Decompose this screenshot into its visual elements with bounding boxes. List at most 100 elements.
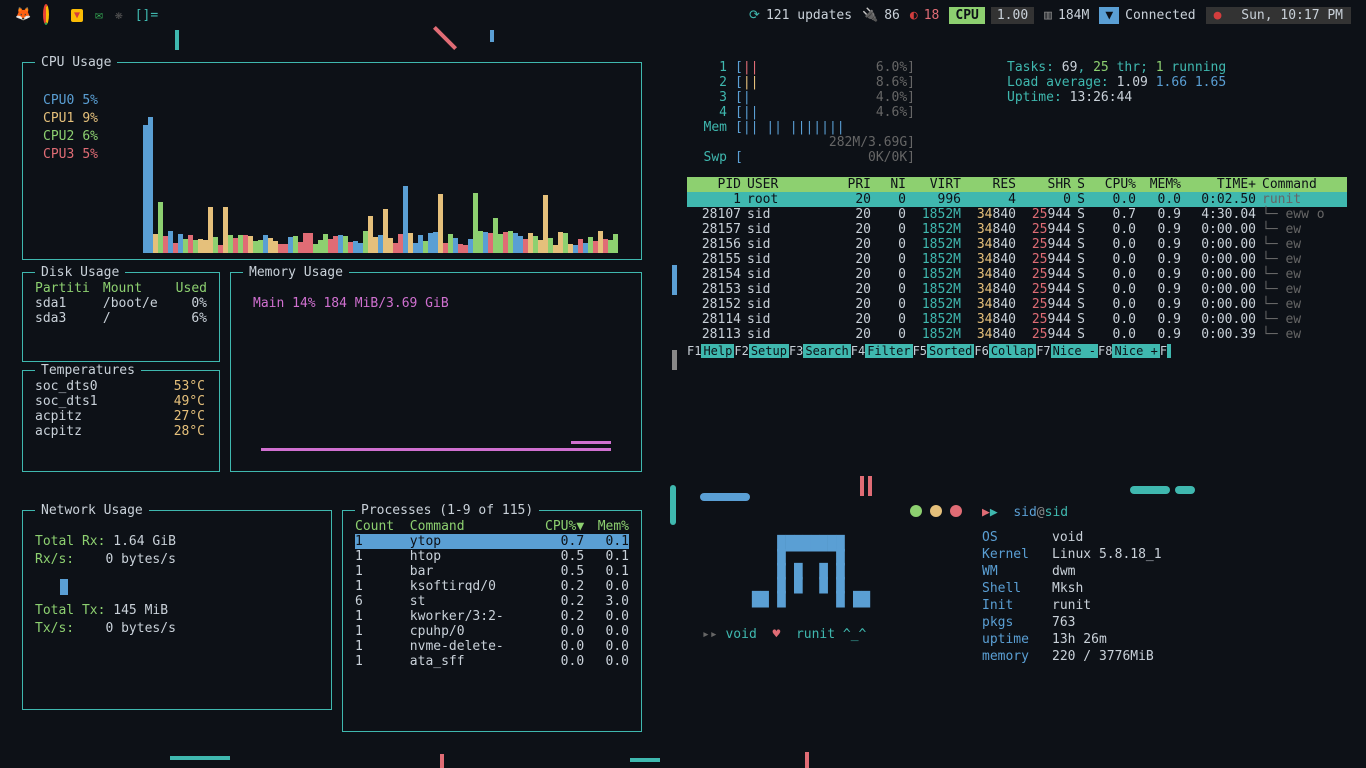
battery-stat[interactable]: 🔌86 bbox=[862, 8, 900, 23]
sysinfo-row: Initrunit bbox=[982, 598, 1332, 613]
proc-row[interactable]: 1ksoftirqd/00.20.0 bbox=[355, 579, 629, 594]
mail-icon[interactable]: ✉ bbox=[95, 8, 103, 23]
sysinfo-row: WMdwm bbox=[982, 564, 1332, 579]
terminal-window[interactable]: ████████ █ █ █ █ █ █ █ █ █ ███ █ █ ██ ▸▸… bbox=[687, 490, 1347, 745]
htop-row[interactable]: 28153sid2001852M3484025944S0.00.90:00.00… bbox=[687, 282, 1347, 297]
proc-row[interactable]: 6st0.23.0 bbox=[355, 594, 629, 609]
firefox-icon[interactable]: 🦊 bbox=[15, 7, 31, 23]
panel-title: Temperatures bbox=[35, 363, 141, 378]
flabel[interactable]: Sorted bbox=[927, 344, 974, 358]
proc-row[interactable]: 1cpuhp/00.00.0 bbox=[355, 624, 629, 639]
htop-window[interactable]: 1[||6.0%]2[||8.6%]3[|4.0%]4[||4.6%]Mem[|… bbox=[687, 50, 1347, 460]
night-stat[interactable]: ◐18 bbox=[910, 8, 939, 23]
htop-row[interactable]: 1root20099640S0.00.00:02.50runit bbox=[687, 192, 1347, 207]
gear-icon[interactable]: ❋ bbox=[115, 8, 123, 23]
htop-row[interactable]: 28155sid2001852M3484025944S0.00.90:00.00… bbox=[687, 252, 1347, 267]
cpu-usage-panel: CPU Usage CPU05% CPU19% CPU26% CPU35% bbox=[22, 62, 642, 260]
htop-meter: 3[|4.0%] bbox=[697, 90, 987, 105]
flabel[interactable]: Collap bbox=[989, 344, 1036, 358]
memory-usage-panel: Memory Usage Main 14% 184 MiB/3.69 GiB bbox=[230, 272, 642, 472]
fkey[interactable]: F bbox=[1160, 344, 1167, 358]
sysinfo-row: uptime13h 26m bbox=[982, 632, 1332, 647]
status-bar: 🦊 ▼ ✉ ❋ []= ⟳121 updates 🔌86 ◐18 CPU1.00… bbox=[0, 0, 1366, 30]
close-icon[interactable] bbox=[950, 505, 962, 517]
fkey[interactable]: F7 bbox=[1036, 344, 1050, 358]
flabel[interactable]: Filter bbox=[865, 344, 912, 358]
maximize-icon[interactable] bbox=[930, 505, 942, 517]
htop-row[interactable]: 28156sid2001852M3484025944S0.00.90:00.00… bbox=[687, 237, 1347, 252]
proc-row[interactable]: 1ytop0.70.1 bbox=[355, 534, 629, 549]
fkey[interactable]: F2 bbox=[734, 344, 748, 358]
htop-stats: Tasks: 69, 25 thr; 1 running Load averag… bbox=[1007, 60, 1226, 165]
clock-icon: ● bbox=[1214, 8, 1222, 23]
htop-row[interactable]: 28152sid2001852M3484025944S0.00.90:00.00… bbox=[687, 297, 1347, 312]
temp-row: soc_dts149°C bbox=[35, 394, 207, 409]
sysinfo-row: ShellMksh bbox=[982, 581, 1332, 596]
htop-footer[interactable]: F1HelpF2SetupF3SearchF4FilterF5SortedF6C… bbox=[687, 344, 1347, 358]
proc-row[interactable]: 1ata_sff0.00.0 bbox=[355, 654, 629, 669]
decoration bbox=[440, 754, 444, 768]
ascii-logo: ████████ █ █ █ █ █ █ █ █ █ ███ █ █ ██ bbox=[752, 537, 962, 607]
sysinfo-row: OSvoid bbox=[982, 530, 1332, 545]
pocket-icon[interactable]: ▼ bbox=[71, 9, 83, 22]
flabel[interactable]: Help bbox=[701, 344, 734, 358]
proc-row[interactable]: 1htop0.50.1 bbox=[355, 549, 629, 564]
processes-panel: Processes (1-9 of 115) CountCommandCPU%▼… bbox=[342, 510, 642, 732]
fkey[interactable]: F6 bbox=[974, 344, 988, 358]
moon-icon: ◐ bbox=[910, 8, 918, 23]
proc-row[interactable]: 1nvme-delete-0.00.0 bbox=[355, 639, 629, 654]
proc-row[interactable]: 1bar0.50.1 bbox=[355, 564, 629, 579]
wifi-icon: ▼ bbox=[1099, 7, 1119, 24]
chip-icon: ▥ bbox=[1044, 8, 1052, 23]
panel-title: Processes (1-9 of 115) bbox=[355, 503, 539, 518]
flabel[interactable]: Nice - bbox=[1051, 344, 1098, 358]
fkey[interactable]: F4 bbox=[851, 344, 865, 358]
tx-total: Total Tx: 145 MiB bbox=[35, 603, 319, 618]
chrome-icon[interactable] bbox=[43, 7, 59, 23]
flabel[interactable]: Nice + bbox=[1112, 344, 1159, 358]
disk-header: PartitiMountUsed bbox=[35, 281, 207, 296]
minimize-icon[interactable] bbox=[910, 505, 922, 517]
terminal-prompt: ▸▸ void ♥ runit ^_^ bbox=[702, 627, 962, 642]
flabel[interactable]: Search bbox=[803, 344, 850, 358]
htop-row[interactable]: 28154sid2001852M3484025944S0.00.90:00.00… bbox=[687, 267, 1347, 282]
htop-meter: Mem[|| || |||||||282M/3.69G] bbox=[697, 120, 987, 150]
decoration bbox=[670, 485, 676, 525]
sysinfo-row: memory220 / 3776MiB bbox=[982, 649, 1332, 664]
htop-meters: 1[||6.0%]2[||8.6%]3[|4.0%]4[||4.6%]Mem[|… bbox=[697, 60, 987, 165]
fkey[interactable]: F5 bbox=[913, 344, 927, 358]
disk-usage-panel: Disk Usage PartitiMountUsed sda1/boot/e0… bbox=[22, 272, 220, 362]
htop-meter: 2[||8.6%] bbox=[697, 75, 987, 90]
sysinfo-row: pkgs763 bbox=[982, 615, 1332, 630]
cpu-stat[interactable]: CPU1.00 bbox=[949, 7, 1034, 24]
decoration bbox=[170, 756, 230, 760]
decoration bbox=[672, 350, 677, 370]
ram-stat[interactable]: ▥184M bbox=[1044, 8, 1089, 23]
decoration bbox=[672, 265, 677, 295]
temperatures-panel: Temperatures soc_dts053°Csoc_dts149°Cacp… bbox=[22, 370, 220, 472]
clock[interactable]: ● Sun, 10:17 PM bbox=[1206, 7, 1351, 24]
flabel[interactable] bbox=[1167, 344, 1171, 358]
htop-row[interactable]: 28114sid2001852M3484025944S0.00.90:00.00… bbox=[687, 312, 1347, 327]
workspace-indicator[interactable]: []= bbox=[135, 8, 158, 23]
fkey[interactable]: F1 bbox=[687, 344, 701, 358]
htop-process-table[interactable]: PIDUSERPRINIVIRTRESSHRSCPU%MEM%TIME+Comm… bbox=[687, 177, 1347, 342]
window-controls bbox=[702, 505, 962, 517]
proc-header[interactable]: CountCommandCPU%▼Mem% bbox=[355, 519, 629, 534]
proc-row[interactable]: 1kworker/3:2-0.20.0 bbox=[355, 609, 629, 624]
fkey[interactable]: F3 bbox=[789, 344, 803, 358]
htop-row[interactable]: 28157sid2001852M3484025944S0.00.90:00.00… bbox=[687, 222, 1347, 237]
fkey[interactable]: F8 bbox=[1098, 344, 1112, 358]
tray: 🦊 ▼ ✉ ❋ []= bbox=[15, 7, 158, 23]
htop-row[interactable]: 28107sid2001852M3484025944S0.70.94:30.04… bbox=[687, 207, 1347, 222]
htop-table-header[interactable]: PIDUSERPRINIVIRTRESSHRSCPU%MEM%TIME+Comm… bbox=[687, 177, 1347, 192]
cpu-chart bbox=[143, 83, 633, 253]
updates-stat[interactable]: ⟳121 updates bbox=[749, 8, 852, 23]
tx-rate: Tx/s: 0 bytes/s bbox=[35, 621, 319, 636]
wifi-stat[interactable]: ▼Connected bbox=[1099, 7, 1195, 24]
disk-row: sda3/6% bbox=[35, 311, 207, 326]
temp-row: acpitz27°C bbox=[35, 409, 207, 424]
flabel[interactable]: Setup bbox=[749, 344, 789, 358]
htop-row[interactable]: 28113sid2001852M3484025944S0.00.90:00.39… bbox=[687, 327, 1347, 342]
temp-row: acpitz28°C bbox=[35, 424, 207, 439]
